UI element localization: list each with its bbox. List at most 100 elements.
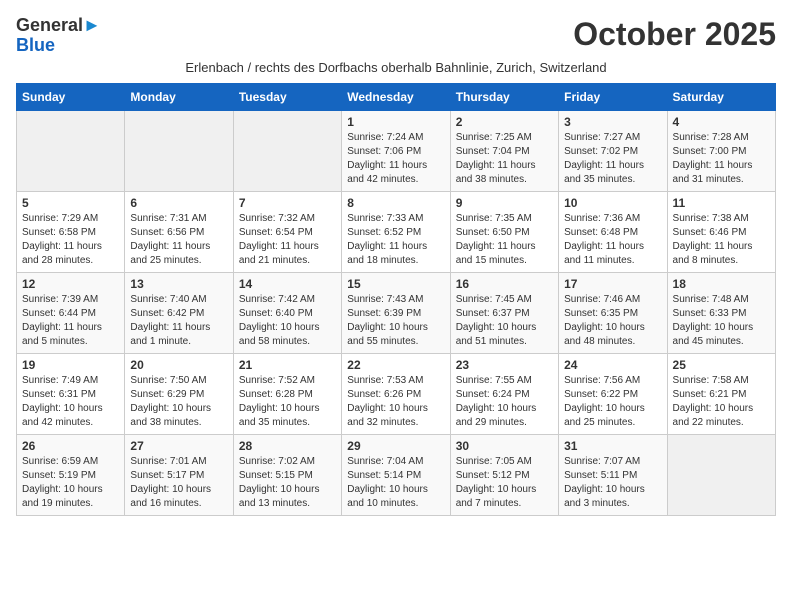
day-number: 24 (564, 358, 661, 372)
calendar-cell: 18 Sunrise: 7:48 AM Sunset: 6:33 PM Dayli… (667, 272, 775, 353)
weekday-header-row: SundayMondayTuesdayWednesdayThursdayFrid… (17, 83, 776, 110)
day-info: Sunrise: 7:53 AM Sunset: 6:26 PM Dayligh… (347, 374, 444, 430)
calendar-cell (233, 110, 341, 191)
day-info: Sunrise: 7:29 AM Sunset: 6:58 PM Dayligh… (22, 212, 119, 268)
day-info: Sunrise: 7:38 AM Sunset: 6:46 PM Dayligh… (673, 212, 770, 268)
weekday-header-saturday: Saturday (667, 83, 775, 110)
calendar-cell (125, 110, 233, 191)
calendar-cell: 25 Sunrise: 7:58 AM Sunset: 6:21 PM Dayli… (667, 353, 775, 434)
day-info: Sunrise: 7:50 AM Sunset: 6:29 PM Dayligh… (130, 374, 227, 430)
day-info: Sunrise: 7:07 AM Sunset: 5:11 PM Dayligh… (564, 455, 661, 511)
calendar-cell: 1 Sunrise: 7:24 AM Sunset: 7:06 PM Daylig… (342, 110, 450, 191)
day-number: 8 (347, 196, 444, 210)
day-number: 28 (239, 439, 336, 453)
day-number: 11 (673, 196, 770, 210)
calendar-cell: 10Sunrise: 7:36 AM Sunset: 6:48 PM Dayli… (559, 191, 667, 272)
day-info: Sunrise: 7:02 AM Sunset: 5:15 PM Dayligh… (239, 455, 336, 511)
week-row-3: 12Sunrise: 7:39 AM Sunset: 6:44 PM Dayli… (17, 272, 776, 353)
weekday-header-tuesday: Tuesday (233, 83, 341, 110)
day-info: Sunrise: 7:40 AM Sunset: 6:42 PM Dayligh… (130, 293, 227, 349)
calendar-cell: 19Sunrise: 7:49 AM Sunset: 6:31 PM Dayli… (17, 353, 125, 434)
week-row-5: 26 Sunrise: 6:59 AM Sunset: 5:19 PM Dayli… (17, 434, 776, 515)
day-info: Sunrise: 7:01 AM Sunset: 5:17 PM Dayligh… (130, 455, 227, 511)
calendar-cell: 4 Sunrise: 7:28 AM Sunset: 7:00 PM Daylig… (667, 110, 775, 191)
calendar-cell: 29 Sunrise: 7:04 AM Sunset: 5:14 PM Dayli… (342, 434, 450, 515)
day-info: Sunrise: 7:43 AM Sunset: 6:39 PM Dayligh… (347, 293, 444, 349)
calendar-cell: 30 Sunrise: 7:05 AM Sunset: 5:12 PM Dayli… (450, 434, 558, 515)
day-info: Sunrise: 7:48 AM Sunset: 6:33 PM Dayligh… (673, 293, 770, 349)
calendar-cell: 6 Sunrise: 7:31 AM Sunset: 6:56 PM Daylig… (125, 191, 233, 272)
day-number: 7 (239, 196, 336, 210)
day-info: Sunrise: 7:24 AM Sunset: 7:06 PM Dayligh… (347, 131, 444, 187)
day-info: Sunrise: 7:45 AM Sunset: 6:37 PM Dayligh… (456, 293, 553, 349)
day-number: 25 (673, 358, 770, 372)
day-number: 23 (456, 358, 553, 372)
day-info: Sunrise: 7:49 AM Sunset: 6:31 PM Dayligh… (22, 374, 119, 430)
day-info: Sunrise: 7:31 AM Sunset: 6:56 PM Dayligh… (130, 212, 227, 268)
calendar-cell: 24 Sunrise: 7:56 AM Sunset: 6:22 PM Dayli… (559, 353, 667, 434)
weekday-header-monday: Monday (125, 83, 233, 110)
calendar-cell: 28 Sunrise: 7:02 AM Sunset: 5:15 PM Dayli… (233, 434, 341, 515)
calendar-cell: 2Sunrise: 7:25 AM Sunset: 7:04 PM Daylig… (450, 110, 558, 191)
week-row-2: 5 Sunrise: 7:29 AM Sunset: 6:58 PM Daylig… (17, 191, 776, 272)
calendar-cell: 22Sunrise: 7:53 AM Sunset: 6:26 PM Dayli… (342, 353, 450, 434)
day-info: Sunrise: 7:58 AM Sunset: 6:21 PM Dayligh… (673, 374, 770, 430)
day-number: 4 (673, 115, 770, 129)
day-number: 6 (130, 196, 227, 210)
calendar-cell (667, 434, 775, 515)
day-info: Sunrise: 7:33 AM Sunset: 6:52 PM Dayligh… (347, 212, 444, 268)
calendar-table: SundayMondayTuesdayWednesdayThursdayFrid… (16, 83, 776, 516)
calendar-cell: 14 Sunrise: 7:42 AM Sunset: 6:40 PM Dayli… (233, 272, 341, 353)
calendar-cell: 9Sunrise: 7:35 AM Sunset: 6:50 PM Daylig… (450, 191, 558, 272)
logo-general-text: General (16, 15, 83, 35)
day-info: Sunrise: 7:25 AM Sunset: 7:04 PM Dayligh… (456, 131, 553, 187)
calendar-cell: 21 Sunrise: 7:52 AM Sunset: 6:28 PM Dayli… (233, 353, 341, 434)
day-info: Sunrise: 6:59 AM Sunset: 5:19 PM Dayligh… (22, 455, 119, 511)
month-title: October 2025 (573, 16, 776, 53)
day-number: 30 (456, 439, 553, 453)
calendar-cell: 17 Sunrise: 7:46 AM Sunset: 6:35 PM Dayli… (559, 272, 667, 353)
day-info: Sunrise: 7:32 AM Sunset: 6:54 PM Dayligh… (239, 212, 336, 268)
day-number: 13 (130, 277, 227, 291)
logo-icon-symbol: ► (83, 15, 101, 35)
calendar-cell: 20 Sunrise: 7:50 AM Sunset: 6:29 PM Dayli… (125, 353, 233, 434)
day-number: 14 (239, 277, 336, 291)
day-number: 26 (22, 439, 119, 453)
day-number: 15 (347, 277, 444, 291)
day-info: Sunrise: 7:28 AM Sunset: 7:00 PM Dayligh… (673, 131, 770, 187)
day-number: 18 (673, 277, 770, 291)
day-number: 5 (22, 196, 119, 210)
weekday-header-thursday: Thursday (450, 83, 558, 110)
day-number: 17 (564, 277, 661, 291)
calendar-cell: 11 Sunrise: 7:38 AM Sunset: 6:46 PM Dayli… (667, 191, 775, 272)
day-info: Sunrise: 7:05 AM Sunset: 5:12 PM Dayligh… (456, 455, 553, 511)
day-number: 20 (130, 358, 227, 372)
calendar-cell: 27 Sunrise: 7:01 AM Sunset: 5:17 PM Dayli… (125, 434, 233, 515)
day-number: 21 (239, 358, 336, 372)
day-info: Sunrise: 7:04 AM Sunset: 5:14 PM Dayligh… (347, 455, 444, 511)
day-info: Sunrise: 7:42 AM Sunset: 6:40 PM Dayligh… (239, 293, 336, 349)
calendar-cell: 12Sunrise: 7:39 AM Sunset: 6:44 PM Dayli… (17, 272, 125, 353)
weekday-header-wednesday: Wednesday (342, 83, 450, 110)
day-info: Sunrise: 7:56 AM Sunset: 6:22 PM Dayligh… (564, 374, 661, 430)
day-number: 1 (347, 115, 444, 129)
day-number: 29 (347, 439, 444, 453)
day-info: Sunrise: 7:52 AM Sunset: 6:28 PM Dayligh… (239, 374, 336, 430)
day-number: 27 (130, 439, 227, 453)
day-info: Sunrise: 7:39 AM Sunset: 6:44 PM Dayligh… (22, 293, 119, 349)
calendar-cell: 16 Sunrise: 7:45 AM Sunset: 6:37 PM Dayli… (450, 272, 558, 353)
week-row-4: 19Sunrise: 7:49 AM Sunset: 6:31 PM Dayli… (17, 353, 776, 434)
calendar-cell: 13 Sunrise: 7:40 AM Sunset: 6:42 PM Dayli… (125, 272, 233, 353)
calendar-cell: 23 Sunrise: 7:55 AM Sunset: 6:24 PM Dayli… (450, 353, 558, 434)
day-number: 16 (456, 277, 553, 291)
calendar-cell: 26 Sunrise: 6:59 AM Sunset: 5:19 PM Dayli… (17, 434, 125, 515)
logo: General► Blue (16, 16, 101, 56)
subtitle: Erlenbach / rechts des Dorfbachs oberhal… (16, 60, 776, 75)
calendar-cell: 3Sunrise: 7:27 AM Sunset: 7:02 PM Daylig… (559, 110, 667, 191)
calendar-cell: 15 Sunrise: 7:43 AM Sunset: 6:39 PM Dayli… (342, 272, 450, 353)
calendar-cell (17, 110, 125, 191)
day-info: Sunrise: 7:27 AM Sunset: 7:02 PM Dayligh… (564, 131, 661, 187)
day-info: Sunrise: 7:46 AM Sunset: 6:35 PM Dayligh… (564, 293, 661, 349)
calendar-cell: 5 Sunrise: 7:29 AM Sunset: 6:58 PM Daylig… (17, 191, 125, 272)
day-info: Sunrise: 7:55 AM Sunset: 6:24 PM Dayligh… (456, 374, 553, 430)
